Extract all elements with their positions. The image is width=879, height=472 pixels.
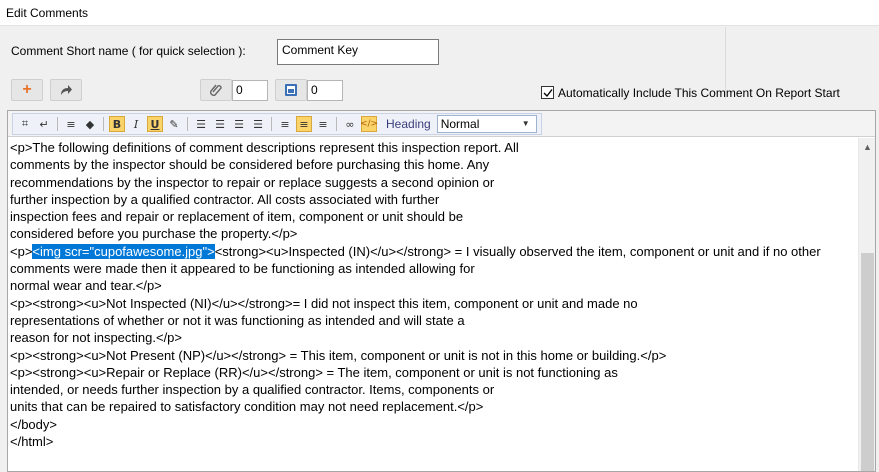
- editor-line: normal wear and tear.</p>: [10, 278, 162, 294]
- attach-button[interactable]: [200, 79, 232, 101]
- bold-icon[interactable]: B: [109, 116, 125, 132]
- photo-button[interactable]: [275, 79, 307, 101]
- vertical-scrollbar[interactable]: ▲: [858, 138, 875, 471]
- scrollbar-thumb[interactable]: [861, 253, 874, 471]
- editor-line: comments by the inspector should be cons…: [10, 157, 490, 173]
- line-break-icon[interactable]: ↵: [36, 116, 52, 132]
- heading-label: Heading: [386, 117, 431, 131]
- editor-toolbar: ⌗ ↵ ≡ ◆ B I U ✎ ☰ ☰ ☰ ☰ ≡ ≡ ≡ ∞ </> Head…: [8, 111, 875, 137]
- eraser-icon[interactable]: ◆: [82, 116, 98, 132]
- photo-icon: [285, 84, 297, 96]
- share-arrow-icon: [61, 85, 72, 95]
- editor-line: <p><strong><u>Repair or Replace (RR)</u>…: [10, 364, 618, 380]
- heading-select[interactable]: Normal ▼: [436, 115, 537, 133]
- indent-icon[interactable]: ☰: [250, 116, 266, 132]
- comment-editor: ⌗ ↵ ≡ ◆ B I U ✎ ☰ ☰ ☰ ☰ ≡ ≡ ≡ ∞ </> Head…: [7, 110, 876, 472]
- separator: [103, 117, 104, 131]
- editor-line: further inspection by a qualified contra…: [10, 191, 440, 207]
- outdent-icon[interactable]: ☰: [231, 116, 247, 132]
- align-center-icon[interactable]: ≡: [296, 116, 312, 132]
- short-name-input[interactable]: Comment Key: [277, 39, 439, 65]
- italic-icon[interactable]: I: [128, 116, 144, 132]
- show-tags-icon[interactable]: ⌗: [17, 116, 33, 132]
- editor-line: <p>The following definitions of comment …: [10, 140, 519, 155]
- editor-line: <p><img scr="cupofawesome.jpg"><strong><…: [10, 243, 858, 260]
- editor-line: recommendations by the inspector to repa…: [10, 174, 495, 190]
- chevron-down-icon: ▼: [521, 119, 530, 128]
- share-button[interactable]: [50, 79, 82, 101]
- link-icon[interactable]: ∞: [342, 116, 358, 132]
- line-rest: <strong><u>Inspected (IN)</u></strong> =…: [214, 243, 821, 259]
- brush-icon[interactable]: ✎: [166, 116, 182, 132]
- plus-icon: +: [22, 81, 32, 98]
- photo-count-field[interactable]: 0: [307, 80, 343, 101]
- window-title: Edit Comments: [6, 6, 89, 20]
- ordered-list-icon[interactable]: ☰: [193, 116, 209, 132]
- editor-line: comments were made then it appeared to b…: [10, 261, 475, 277]
- editor-line: considered before you purchase the prope…: [10, 226, 298, 242]
- bullet-list-icon[interactable]: ☰: [212, 116, 228, 132]
- paragraph-icon[interactable]: ≡: [63, 116, 79, 132]
- editor-line: intended, or needs further inspection by…: [10, 382, 495, 398]
- editor-line: units that can be repaired to satisfacto…: [10, 399, 484, 415]
- separator: [57, 117, 58, 131]
- editor-line: </body>: [10, 416, 57, 432]
- source-code-icon[interactable]: </>: [360, 116, 378, 132]
- separator: [187, 117, 188, 131]
- editor-line: reason for not inspecting.</p>: [10, 330, 183, 346]
- checkmark-icon: [543, 88, 553, 97]
- add-comment-button[interactable]: +: [11, 79, 43, 101]
- attach-count-field[interactable]: 0: [232, 80, 268, 101]
- underline-icon[interactable]: U: [147, 116, 163, 132]
- editor-line: representations of whether or not it was…: [10, 312, 465, 328]
- separator: [336, 117, 337, 131]
- auto-include-label[interactable]: Automatically Include This Comment On Re…: [558, 86, 840, 100]
- align-right-icon[interactable]: ≡: [315, 116, 331, 132]
- editor-line: inspection fees and repair or replacemen…: [10, 209, 464, 225]
- short-name-label: Comment Short name ( for quick selection…: [11, 44, 246, 58]
- editor-line: <p><strong><u>Not Present (NP)</u></stro…: [10, 347, 667, 363]
- separator: [271, 117, 272, 131]
- heading-value: Normal: [440, 117, 480, 131]
- editor-line: <p><strong><u>Not Inspected (NI)</u></st…: [10, 295, 638, 311]
- paperclip-icon: [210, 84, 222, 96]
- auto-include-checkbox[interactable]: [541, 86, 554, 99]
- editor-content[interactable]: <p>The following definitions of comment …: [10, 139, 858, 471]
- title-bar: Edit Comments: [0, 0, 879, 26]
- align-left-icon[interactable]: ≡: [277, 116, 293, 132]
- scroll-up-icon[interactable]: ▲: [859, 138, 876, 155]
- selected-text: <img scr="cupofawesome.jpg">: [32, 243, 215, 259]
- editor-line: </html>: [10, 434, 54, 450]
- line-prefix: <p>: [10, 243, 33, 259]
